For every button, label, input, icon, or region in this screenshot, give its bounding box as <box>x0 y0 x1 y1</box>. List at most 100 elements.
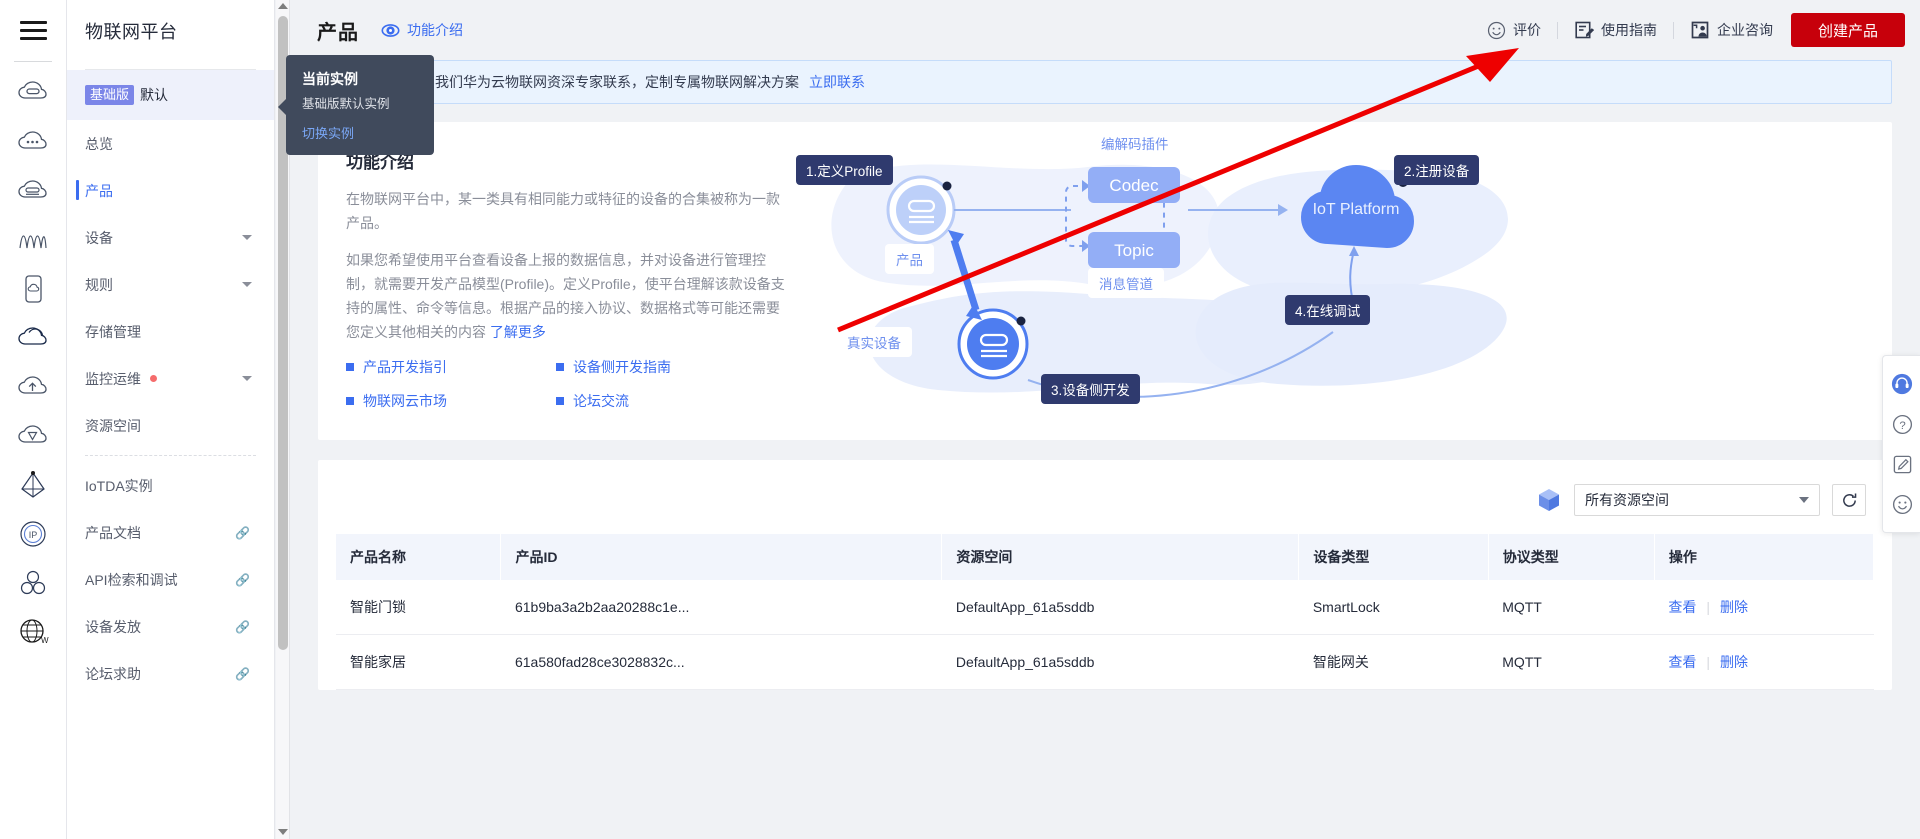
sidebar-item-label: 设备发放 <box>85 618 141 635</box>
chevron-down-icon <box>242 235 252 240</box>
table-column-header: 产品ID <box>500 534 943 580</box>
tooltip-subtitle: 基础版默认实例 <box>302 97 390 111</box>
external-link-icon: 🔗 <box>235 666 250 681</box>
table-column-header: 协议类型 <box>1488 534 1655 580</box>
sidebar-item-0[interactable]: 总览 <box>67 120 274 167</box>
product-name-cell[interactable]: 智能门锁 <box>336 580 501 635</box>
diagram-product-chip: 产品 <box>885 244 934 274</box>
paragraph-2-body: 如果您希望使用平台查看设备上报的数据信息，并对设备进行管理控制，就需要开发产品模… <box>346 252 785 341</box>
sidebar-item-2[interactable]: 设备 <box>67 214 274 261</box>
enterprise-consult-button[interactable]: 企业咨询 <box>1690 20 1773 40</box>
notification-dot <box>150 375 157 382</box>
chevron-down-icon <box>242 376 252 381</box>
feedback-edit-icon[interactable] <box>1883 444 1920 484</box>
external-link-icon: 🔗 <box>235 525 250 540</box>
table-column-header: 设备类型 <box>1298 534 1489 580</box>
tooltip-title: 当前实例 <box>302 71 358 87</box>
feature-intro-body: 功能介绍 在物联网平台中，某一类具有相同能力或特征的设备的合集被称为一款产品。 … <box>318 122 1892 440</box>
refresh-button[interactable] <box>1832 484 1866 516</box>
switch-instance-link[interactable]: 切换实例 <box>302 123 418 142</box>
sidebar-item-5[interactable]: 监控运维 <box>67 355 274 402</box>
diagram-real-device-chip: 真实设备 <box>836 327 912 357</box>
resource-space-select[interactable]: 所有资源空间 <box>1574 484 1820 516</box>
feature-intro-link[interactable]: 功能介绍 <box>381 20 463 40</box>
view-link[interactable]: 查看 <box>1668 599 1696 615</box>
sidebar-item-label: 规则 <box>85 276 113 293</box>
diagram-codec-plugin-chip: 编解码插件 <box>1090 128 1180 158</box>
sidebar-item-1[interactable]: 产品 <box>67 167 274 214</box>
diagram-step2-badge: 2.注册设备 <box>1394 155 1480 185</box>
sidebar-item-3[interactable]: 规则 <box>67 261 274 308</box>
pyramid-icon[interactable] <box>3 460 63 509</box>
bullet-square-icon <box>556 397 564 406</box>
sidebar-item-label: 产品 <box>85 182 113 199</box>
cube-icon <box>1539 489 1559 511</box>
intro-link-1[interactable]: 设备侧开发指南 <box>556 357 766 377</box>
intro-link-2[interactable]: 物联网云市场 <box>346 391 556 411</box>
product-name-cell[interactable]: 智能家居 <box>336 634 501 690</box>
sidebar-item-10[interactable]: 设备发放 🔗 <box>67 603 274 650</box>
chevron-down-icon <box>1799 497 1809 503</box>
product-table: 产品名称 产品ID 资源空间 设备类型 协议类型 操作 智能门锁 61b9ba3a2b2aa… <box>336 534 1875 690</box>
cloud-database-icon[interactable] <box>3 166 63 215</box>
diagram-step3-badge: 3.设备侧开发 <box>1041 374 1140 404</box>
bullet-square-icon <box>346 363 354 372</box>
mobile-cloud-icon[interactable] <box>3 264 63 313</box>
create-product-button[interactable]: 创建产品 <box>1791 13 1905 47</box>
bullet-square-icon <box>556 363 564 372</box>
cloud-server-icon[interactable] <box>3 68 63 117</box>
instance-name: 默认 <box>140 87 169 103</box>
sidebar-instance-selector[interactable]: 基础版 默认 <box>67 70 274 120</box>
scroll-up-arrow[interactable] <box>277 3 288 9</box>
promo-contact-link[interactable]: 立即联系 <box>809 72 865 92</box>
promo-banner: 欢迎企业客户与我们华为云物联网资深专家联系，定制专属物联网解决方案 立即联系 <box>318 60 1892 104</box>
product-id-cell: 61a580fad28ce3028832c... <box>500 634 942 690</box>
sidebar-item-7[interactable]: IoTDA实例 <box>67 462 274 509</box>
delete-link[interactable]: 删除 <box>1720 654 1748 670</box>
main-content: 产品 功能介绍 评价 使用指南 企业咨询 创建产品 欢迎企业客户与我们华为云物联… <box>290 0 1920 839</box>
operation-divider: | <box>1706 599 1710 615</box>
architecture-diagram: Codec Topic IoT Platform 1.定义Profile 2.注… <box>788 122 1892 440</box>
hamburger-menu-icon[interactable] <box>13 10 53 50</box>
sidebar-menu: 总览产品设备规则存储管理监控运维资源空间 IoTDA实例产品文档 🔗 API检索和调试… <box>67 120 274 697</box>
evaluate-button[interactable]: 评价 <box>1487 20 1541 40</box>
cloud-play-icon[interactable] <box>3 411 63 460</box>
learn-more-link[interactable]: 了解更多 <box>490 324 546 340</box>
sidebar-item-label: IoTDA实例 <box>85 477 153 494</box>
enterprise-consult-label: 企业咨询 <box>1717 22 1773 38</box>
cloud-stack-icon[interactable] <box>3 313 63 362</box>
table-body: 智能门锁 61b9ba3a2b2aa20288c1e... DefaultApp_6… <box>336 580 1874 690</box>
molecule-icon[interactable] <box>3 558 63 607</box>
user-guide-button[interactable]: 使用指南 <box>1574 20 1657 40</box>
intro-link-0[interactable]: 产品开发指引 <box>346 357 556 377</box>
sidebar-item-6[interactable]: 资源空间 <box>67 402 274 449</box>
sidebar-item-label: 监控运维 <box>85 370 141 387</box>
resource-space-cell: DefaultApp_61a5sddb <box>941 634 1299 690</box>
feature-intro-card: 功能介绍 在物联网平台中，某一类具有相同能力或特征的设备的合集被称为一款产品。 … <box>318 122 1892 440</box>
cloud-dots-icon[interactable] <box>3 117 63 166</box>
intro-link-3[interactable]: 论坛交流 <box>556 391 766 411</box>
external-link-icon: 🔗 <box>235 572 250 587</box>
view-link[interactable]: 查看 <box>1668 654 1696 670</box>
user-guide-label: 使用指南 <box>1601 22 1657 38</box>
globe-w-icon[interactable]: W <box>3 607 63 656</box>
wave-chart-icon[interactable] <box>3 215 63 264</box>
operation-divider: | <box>1706 654 1710 670</box>
satisfaction-smiley-icon[interactable] <box>1883 484 1920 524</box>
ip-circle-icon[interactable]: IP <box>3 509 63 558</box>
current-instance-tooltip: 当前实例 基础版默认实例 切换实例 <box>278 55 434 155</box>
operations-cell: 查看 | 删除 <box>1654 634 1874 690</box>
table-row: 智能家居 61a580fad28ce3028832c... DefaultApp_6… <box>336 634 1874 690</box>
sidebar-item-8[interactable]: 产品文档 🔗 <box>67 509 274 556</box>
external-link-icon: 🔗 <box>235 619 250 634</box>
sidebar-item-9[interactable]: API检索和调试 🔗 <box>67 556 274 603</box>
delete-link[interactable]: 删除 <box>1720 599 1748 615</box>
scroll-down-arrow[interactable] <box>276 829 290 835</box>
customer-service-icon[interactable] <box>1883 364 1920 404</box>
sidebar-item-4[interactable]: 存储管理 <box>67 308 274 355</box>
cloud-upload-icon[interactable] <box>3 362 63 411</box>
svg-text:IP: IP <box>29 530 38 540</box>
sidebar-item-11[interactable]: 论坛求助 🔗 <box>67 650 274 697</box>
header-divider-2 <box>1673 21 1674 39</box>
help-question-icon[interactable]: ? <box>1883 404 1920 444</box>
